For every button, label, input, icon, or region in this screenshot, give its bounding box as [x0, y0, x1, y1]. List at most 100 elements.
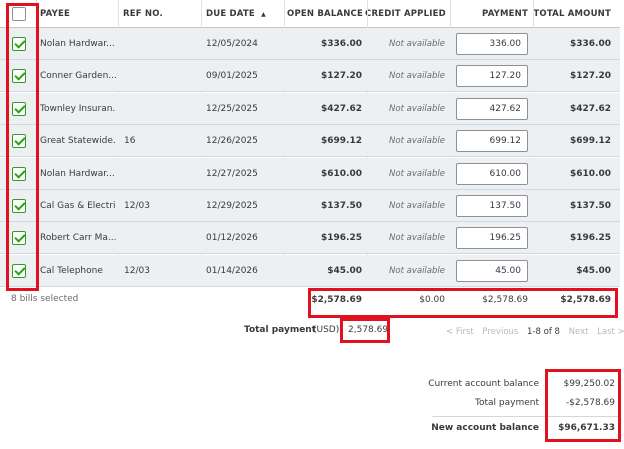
- row-total-amount: $196.25: [570, 233, 611, 244]
- row-payee[interactable]: Cal Telephone: [40, 255, 116, 287]
- table-row[interactable]: Great Statewide... 16 12/26/2025 $699.12 Not…: [0, 125, 620, 158]
- col-credit-applied[interactable]: CREDIT APPLIED: [365, 0, 446, 28]
- row-credit-applied: Not available: [389, 39, 445, 49]
- row-payment-input[interactable]: 196.25: [456, 227, 528, 250]
- row-total-amount: $336.00: [570, 39, 611, 49]
- pager-range: 1-8 of 8: [527, 327, 560, 337]
- row-payee[interactable]: Robert Carr Ma...: [40, 222, 116, 254]
- row-payment-input[interactable]: 137.50: [456, 195, 528, 217]
- row-credit-applied: Not available: [389, 233, 445, 244]
- row-payment-input[interactable]: 699.12: [456, 130, 528, 153]
- row-ref-no: [124, 28, 194, 60]
- row-open-balance: $427.62: [321, 103, 362, 114]
- row-credit-applied: Not available: [389, 168, 445, 179]
- row-open-balance: $610.00: [321, 168, 362, 179]
- row-due-date: 12/25/2025: [206, 103, 258, 114]
- new-balance-label: New account balance: [431, 423, 539, 433]
- select-all-checkbox[interactable]: [12, 7, 26, 21]
- row-open-balance: $336.00: [321, 39, 362, 49]
- new-balance-value: $96,671.33: [558, 423, 615, 433]
- table-row[interactable]: Nolan Hardwar... 12/05/2024 $336.00 Not ava…: [0, 28, 620, 60]
- total-credit-applied: $0.00: [419, 295, 445, 305]
- table-row[interactable]: Nolan Hardwar... 12/27/2025 $610.00 Not ava…: [0, 157, 620, 190]
- total-payment-column: $2,578.69: [482, 295, 528, 305]
- row-credit-applied: Not available: [389, 136, 445, 147]
- col-due-date[interactable]: DUE DATE ▲: [206, 0, 266, 28]
- row-ref-no: [124, 60, 194, 92]
- col-payee[interactable]: PAYEE: [40, 0, 70, 28]
- summary-divider: [432, 416, 618, 417]
- total-payment-value: 2,578.69: [348, 325, 389, 335]
- row-ref-no: 16: [124, 136, 136, 147]
- row-select-checkbox[interactable]: [12, 231, 26, 246]
- pagination: < First Previous 1-8 of 8 Next Last >: [446, 327, 624, 337]
- row-open-balance: $699.12: [321, 136, 362, 147]
- total-payment-currency: (USD): [313, 325, 340, 335]
- row-select-checkbox[interactable]: [12, 101, 26, 116]
- row-select-checkbox[interactable]: [12, 263, 26, 278]
- row-select-checkbox[interactable]: [12, 134, 26, 149]
- row-due-date: 01/12/2026: [206, 233, 258, 244]
- row-credit-applied: Not available: [389, 103, 445, 114]
- row-credit-applied: Not available: [389, 71, 445, 82]
- table-row[interactable]: Cal Telephone 12/03 01/14/2026 $45.00 Not av…: [0, 254, 620, 287]
- col-due-date-label: DUE DATE: [206, 9, 255, 19]
- total-amount-column: $2,578.69: [560, 295, 611, 305]
- col-total-amount[interactable]: TOTAL AMOUNT: [532, 0, 611, 28]
- row-select-checkbox[interactable]: [12, 37, 26, 51]
- row-open-balance: $137.50: [321, 201, 362, 211]
- row-select-checkbox[interactable]: [12, 166, 26, 181]
- row-total-amount: $137.50: [570, 201, 611, 211]
- bills-selected-count: 8 bills selected: [11, 294, 79, 304]
- table-row[interactable]: Cal Gas & Electric 12/03 12/29/2025 $137.50…: [0, 190, 620, 222]
- pager-next[interactable]: Next: [569, 327, 589, 337]
- row-total-amount: $427.62: [570, 103, 611, 114]
- row-total-amount: $699.12: [570, 136, 611, 147]
- pager-previous[interactable]: Previous: [482, 327, 518, 337]
- table-header: PAYEE REF NO. DUE DATE ▲ OPEN BALANCE CR…: [0, 0, 620, 28]
- row-payment-input[interactable]: 45.00: [456, 259, 528, 282]
- row-select-checkbox[interactable]: [12, 199, 26, 213]
- row-due-date: 01/14/2026: [206, 265, 258, 276]
- table-row[interactable]: Robert Carr Ma... 01/12/2026 $196.25 Not av…: [0, 222, 620, 255]
- row-ref-no: [124, 158, 194, 190]
- total-payment-label: Total payment: [244, 325, 317, 335]
- col-ref-no[interactable]: REF NO.: [123, 0, 163, 28]
- pager-last[interactable]: Last >: [597, 327, 624, 337]
- row-open-balance: $196.25: [321, 233, 362, 244]
- row-payment-input[interactable]: 336.00: [456, 33, 528, 55]
- row-payee[interactable]: Great Statewide...: [40, 125, 116, 157]
- row-total-amount: $610.00: [570, 168, 611, 179]
- row-total-amount: $45.00: [576, 265, 611, 276]
- col-payment[interactable]: PAYMENT: [450, 0, 528, 28]
- row-ref-no: [124, 222, 194, 254]
- pager-first[interactable]: < First: [446, 327, 474, 337]
- row-open-balance: $127.20: [321, 71, 362, 82]
- sort-ascending-icon: ▲: [261, 11, 266, 18]
- table-row[interactable]: Conner Garden... 09/01/2025 $127.20 Not ava…: [0, 60, 620, 93]
- row-ref-no: 12/03: [124, 265, 150, 276]
- row-due-date: 12/26/2025: [206, 136, 258, 147]
- row-open-balance: $45.00: [327, 265, 362, 276]
- row-payee[interactable]: Nolan Hardwar...: [40, 158, 116, 190]
- row-payee[interactable]: Conner Garden...: [40, 60, 116, 92]
- row-total-amount: $127.20: [570, 71, 611, 82]
- row-ref-no: [124, 93, 194, 125]
- row-credit-applied: Not available: [389, 265, 445, 276]
- row-payment-input[interactable]: 127.20: [456, 65, 528, 88]
- summary-payment-value: -$2,578.69: [565, 398, 615, 408]
- row-due-date: 09/01/2025: [206, 71, 258, 82]
- summary-payment-label: Total payment: [475, 398, 539, 408]
- table-row[interactable]: Townley Insuran... 12/25/2025 $427.62 Not a…: [0, 92, 620, 125]
- col-open-balance[interactable]: OPEN BALANCE: [285, 0, 363, 28]
- row-select-checkbox[interactable]: [12, 69, 26, 84]
- row-payee[interactable]: Townley Insuran...: [40, 93, 116, 125]
- total-open-balance: $2,578.69: [311, 295, 362, 305]
- row-payment-input[interactable]: 610.00: [456, 162, 528, 185]
- current-balance-value: $99,250.02: [563, 379, 615, 389]
- current-balance-label: Current account balance: [428, 379, 539, 389]
- row-payee[interactable]: Nolan Hardwar...: [40, 28, 116, 60]
- row-due-date: 12/29/2025: [206, 201, 258, 211]
- row-payment-input[interactable]: 427.62: [456, 97, 528, 120]
- row-payee[interactable]: Cal Gas & Electric: [40, 190, 116, 222]
